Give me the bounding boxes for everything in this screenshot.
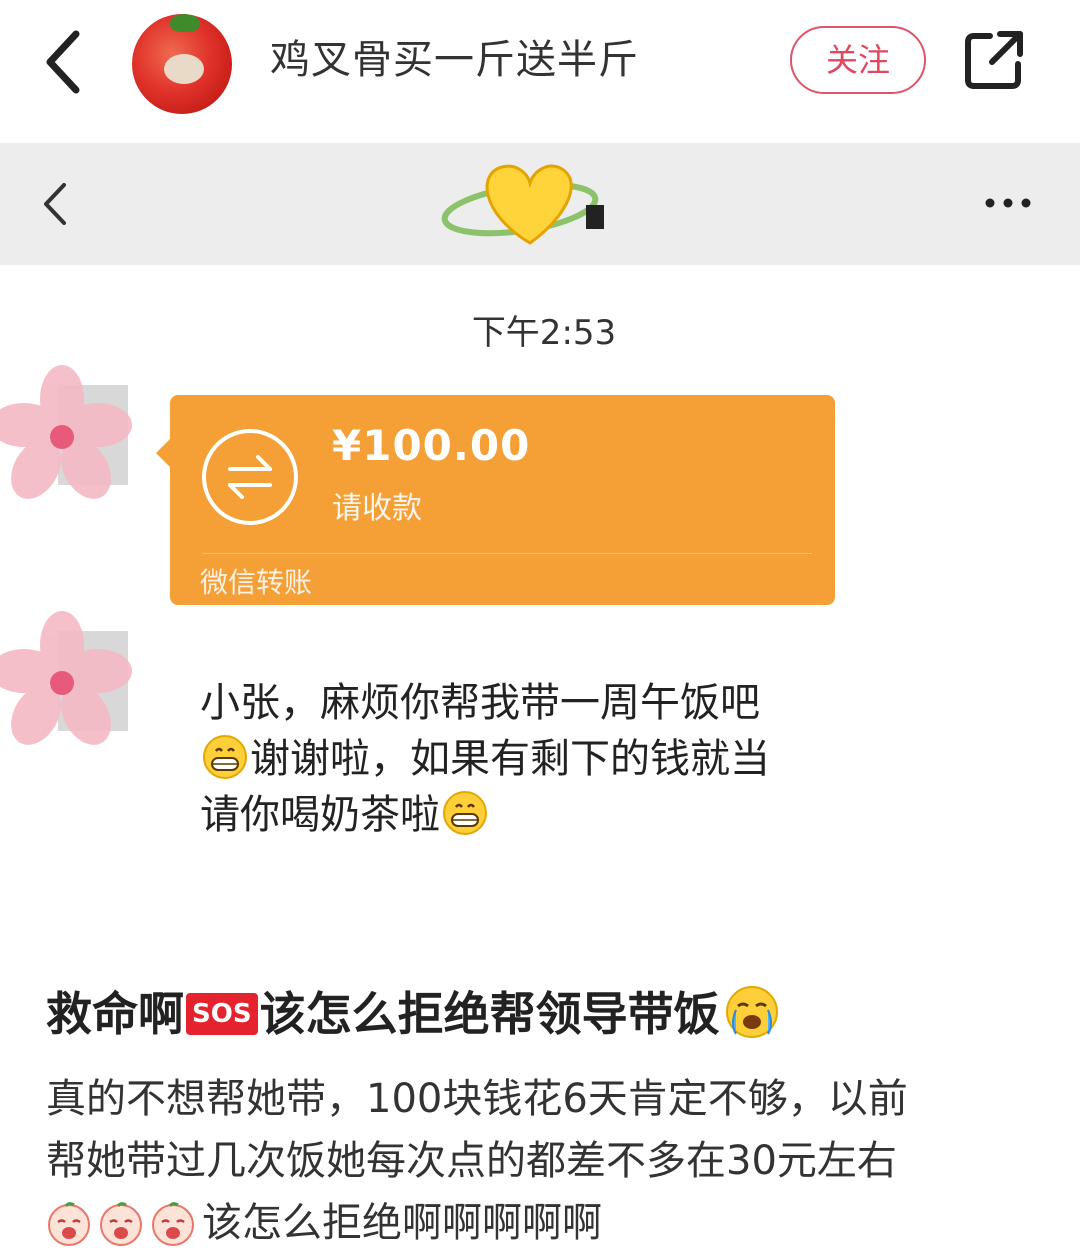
author-name[interactable]: 鸡叉骨买一斤送半斤: [270, 30, 750, 90]
post-body: 真的不想帮她带，100块钱花6天肯定不够，以前 帮她带过几次饭她每次点的都差不多…: [46, 1068, 1046, 1254]
post-body-text: 该怎么拒绝啊啊啊啊啊: [202, 1200, 602, 1246]
chat-message-text: 请你喝奶茶啦: [200, 792, 440, 838]
post-body-line: 该怎么拒绝啊啊啊啊啊: [46, 1192, 1046, 1254]
follow-button[interactable]: 关注: [790, 26, 926, 94]
sender-avatar-flower-icon: [0, 365, 132, 499]
transfer-card[interactable]: ¥100.00 请收款 微信转账: [156, 395, 835, 605]
sos-badge: SOS: [186, 993, 258, 1035]
top-app-bar: 鸡叉骨买一斤送半斤 关注: [0, 0, 1080, 128]
back-chevron-icon[interactable]: [36, 22, 96, 102]
author-avatar[interactable]: [132, 14, 232, 114]
transfer-amount: ¥100.00: [332, 421, 531, 470]
sender-avatar-flower-icon: [0, 611, 132, 745]
post-title-text: 救命啊: [46, 987, 184, 1041]
chat-message-line: 请你喝奶茶啦: [200, 787, 860, 843]
chat-message-line: 谢谢啦，如果有剩下的钱就当: [200, 731, 860, 787]
chat-timestamp: 下午2:53: [471, 313, 617, 353]
transfer-source-label: 微信转账: [200, 566, 313, 599]
chat-message-line: 小张，麻烦你帮我带一周午饭吧: [200, 680, 760, 726]
grinning-emoji-icon: [443, 791, 487, 835]
post-body-line: 帮她带过几次饭她每次点的都差不多在30元左右: [46, 1138, 897, 1184]
heart-sticker-icon: [441, 164, 604, 245]
crying-face-icon: [48, 1202, 90, 1246]
chat-back-icon: [44, 183, 66, 225]
chat-header: [0, 143, 1080, 265]
chat-message-text: 谢谢啦，如果有剩下的钱就当: [250, 736, 770, 782]
post-body-line: 真的不想帮她带，100块钱花6天肯定不够，以前: [46, 1076, 908, 1122]
transfer-status: 请收款: [332, 491, 422, 526]
crying-face-icon: [152, 1202, 194, 1246]
transfer-divider: [202, 553, 812, 554]
post-title: 救命啊 SOS 该怎么拒绝帮领导带饭: [46, 982, 1046, 1046]
more-icon: [985, 198, 1031, 208]
crying-face-icon: [100, 1202, 142, 1246]
transfer-arrows-icon: [202, 429, 298, 525]
chat-screenshot: 下午2:53 ¥100.00 请收款 微信转账 小张，麻烦你帮我带一周午饭吧 谢…: [0, 143, 1080, 943]
crying-emoji-icon: [725, 986, 778, 1038]
share-icon[interactable]: [962, 28, 1026, 92]
post-title-text: 该怎么拒绝帮领导带饭: [259, 987, 720, 1041]
grinning-emoji-icon: [203, 735, 247, 779]
chat-message: 小张，麻烦你帮我带一周午饭吧 谢谢啦，如果有剩下的钱就当 请你喝奶茶啦: [200, 675, 860, 843]
